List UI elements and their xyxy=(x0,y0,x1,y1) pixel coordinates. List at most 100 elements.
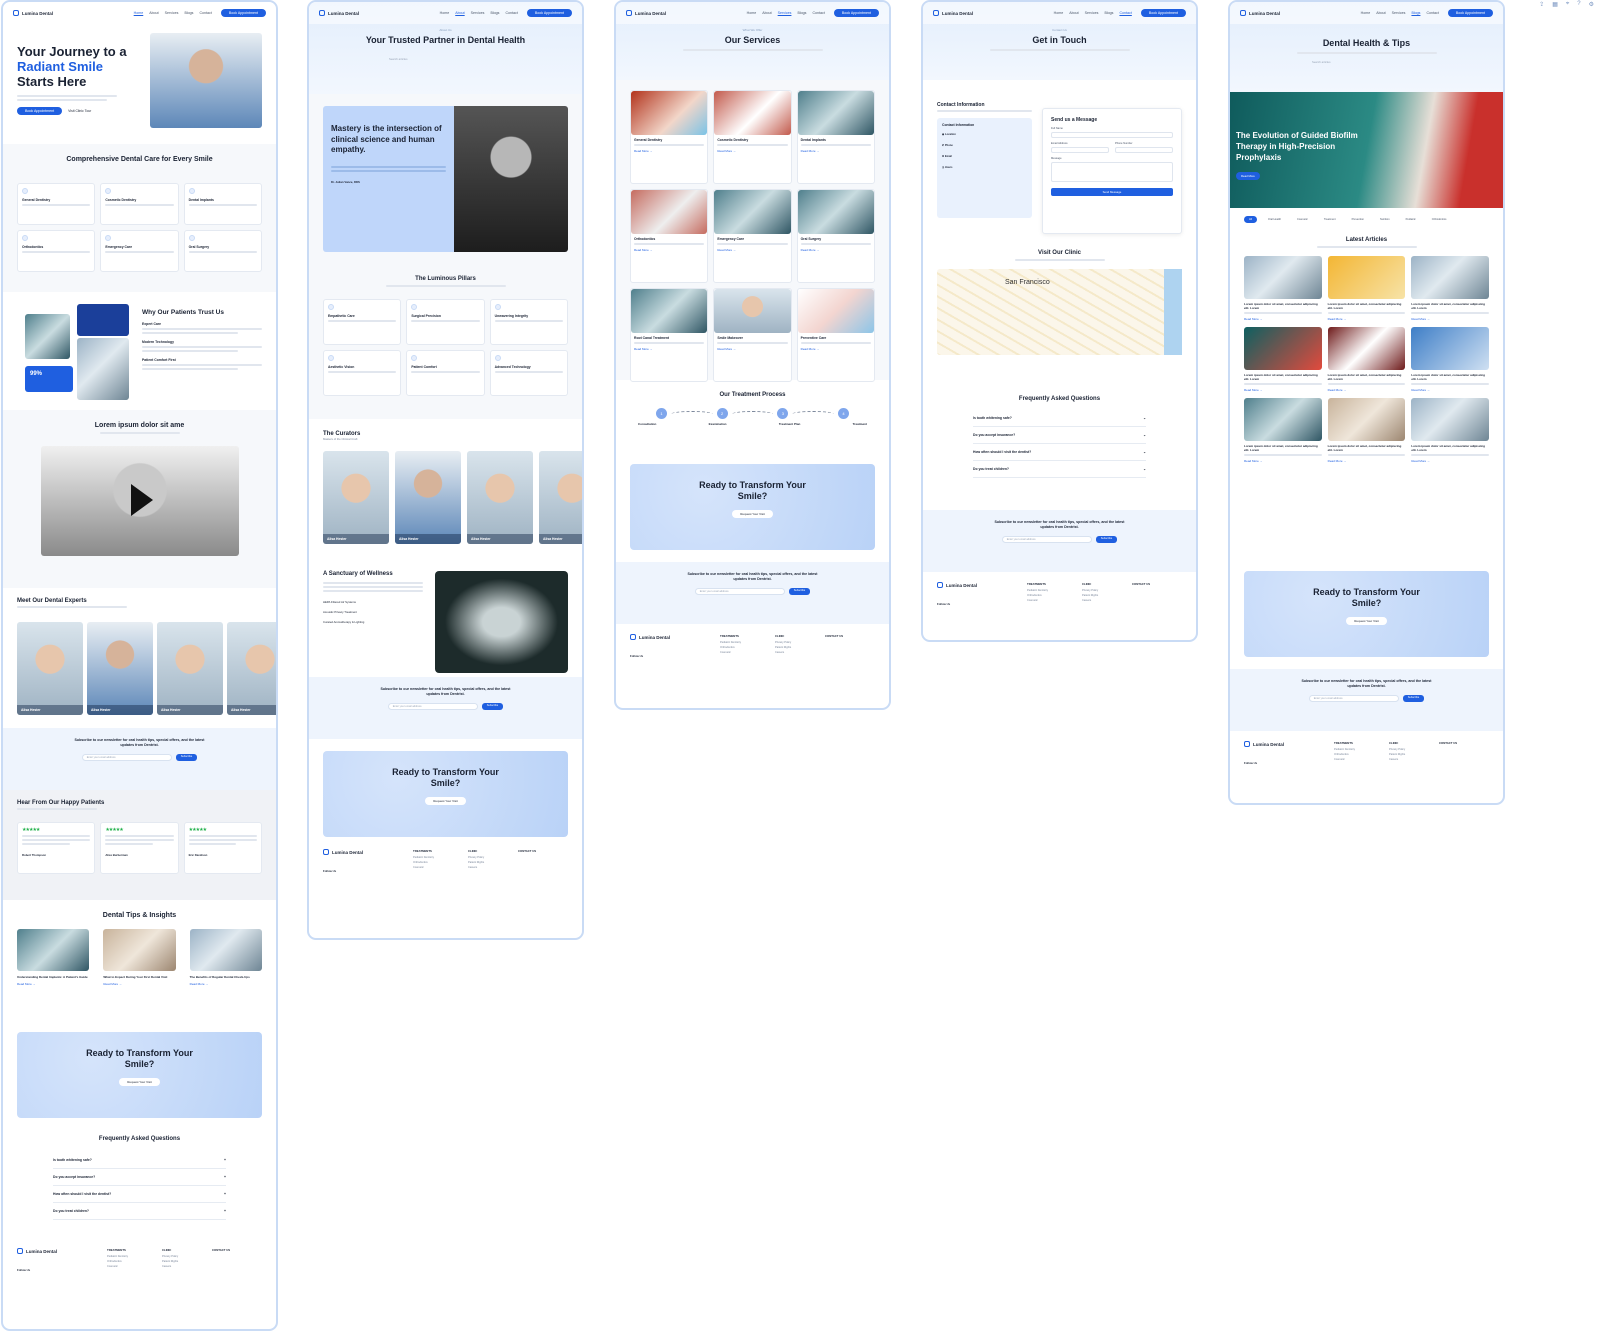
service-card[interactable]: Cosmetic Dentistry xyxy=(100,183,179,225)
article-card[interactable]: Lorem ipsum dolor sit amet, consectetur … xyxy=(1327,327,1406,392)
subscribe-button[interactable]: Subscribe xyxy=(1095,536,1118,543)
subscribe-button[interactable]: Subscribe xyxy=(175,754,198,761)
faq-item[interactable]: Is tooth whitening safe? ⌄ xyxy=(973,410,1146,427)
faq-item[interactable]: Do you accept insurance? + xyxy=(53,1169,226,1186)
hero-book-button[interactable]: Book Appointment xyxy=(17,107,63,115)
article-card[interactable]: Lorem ipsum dolor sit amet, consectetur … xyxy=(1411,398,1489,463)
subscribe-button[interactable]: Subscribe xyxy=(481,703,504,710)
nav-links-0[interactable]: Home xyxy=(747,11,757,15)
search-input[interactable]: Search articles xyxy=(389,57,582,61)
nav-links-0[interactable]: Home xyxy=(1054,11,1064,15)
curator-card[interactable]: Alisa Hester xyxy=(323,451,389,544)
settings-icon[interactable]: ⚙ xyxy=(1589,1,1594,8)
service-card[interactable]: Root Canal Treatment Read More → xyxy=(630,288,709,382)
nav-links-3[interactable]: Blogs xyxy=(1411,11,1420,15)
tip-card[interactable]: The Benefits of Regular Dental Check-Ups… xyxy=(189,929,262,986)
book-appointment-button[interactable]: Book Appointment xyxy=(1140,9,1186,17)
help-icon[interactable]: ? xyxy=(1577,1,1580,8)
phone-input[interactable] xyxy=(1115,147,1173,153)
nav-about[interactable]: About xyxy=(149,11,158,15)
newsletter-email-input[interactable]: Enter your email address xyxy=(1308,695,1399,702)
book-appointment-button[interactable]: Book Appointment xyxy=(526,9,572,17)
faq-item[interactable]: How often should I visit the dentist? + xyxy=(53,1186,226,1203)
send-message-button[interactable]: Send Message xyxy=(1051,188,1173,196)
share-icon[interactable]: ⇪ xyxy=(1539,1,1544,8)
book-appointment-button[interactable]: Book Appointment xyxy=(833,9,879,17)
newsletter-email-input[interactable]: Enter your email address xyxy=(81,754,172,761)
logo[interactable]: Lumina Dental xyxy=(13,10,53,16)
nav-links-4[interactable]: Contact xyxy=(812,11,824,15)
service-card[interactable]: Cosmetic Dentistry Read More → xyxy=(713,90,792,184)
message-textarea[interactable] xyxy=(1051,162,1173,182)
newsletter-email-input[interactable]: Enter your email address xyxy=(694,588,785,595)
nav-links-2[interactable]: Services xyxy=(1085,11,1099,15)
blog-chips-3[interactable]: Treatment xyxy=(1319,216,1341,223)
expert-card[interactable]: Alisa Hester xyxy=(87,622,153,715)
nav-links-1[interactable]: About xyxy=(762,11,771,15)
featured-post[interactable]: The Evolution of Guided Biofilm Therapy … xyxy=(1230,92,1503,208)
nav-home[interactable]: Home xyxy=(134,11,144,15)
blog-chips-0[interactable]: All xyxy=(1244,216,1257,223)
nav-links-4[interactable]: Contact xyxy=(505,11,517,15)
article-card[interactable]: Lorem ipsum dolor sit amet, consectetur … xyxy=(1244,256,1322,321)
curator-card[interactable]: Alisa Hester xyxy=(395,451,461,544)
blog-chips-1[interactable]: Oral Health xyxy=(1263,216,1286,223)
blog-chips-5[interactable]: Nutrition xyxy=(1375,216,1395,223)
service-card[interactable]: Orthodontics xyxy=(17,230,96,272)
nav-links-2[interactable]: Services xyxy=(1392,11,1406,15)
hero-tour-link[interactable]: Visit Clinic Tour xyxy=(68,107,91,115)
service-card[interactable]: Oral Surgery Read More → xyxy=(796,189,875,283)
pin-icon[interactable]: ⌖ xyxy=(1566,1,1569,8)
nav-links-4[interactable]: Contact xyxy=(1426,11,1438,15)
faq-item[interactable]: Do you treat children? + xyxy=(53,1203,226,1220)
article-card[interactable]: Lorem ipsum dolor sit amet, consectetur … xyxy=(1244,327,1322,392)
article-card[interactable]: Lorem ipsum dolor sit amet, consectetur … xyxy=(1244,398,1322,463)
expert-card[interactable]: Alisa Hester xyxy=(17,622,83,715)
footer-cols-0-items-1[interactable]: Orthodontics xyxy=(107,1260,162,1263)
blog-chips-4[interactable]: Prevention xyxy=(1347,216,1369,223)
book-appointment-button[interactable]: Book Appointment xyxy=(220,9,266,17)
email-input[interactable] xyxy=(1051,147,1109,153)
nav-blogs[interactable]: Blogs xyxy=(184,11,193,15)
nav-services[interactable]: Services xyxy=(165,11,179,15)
service-card[interactable]: Smile Makeover Read More → xyxy=(713,288,792,382)
footer-cols-1-items-2[interactable]: Careers xyxy=(162,1265,212,1268)
footer-cols-1-items-1[interactable]: Patient Rights xyxy=(162,1260,212,1263)
nav-links-4[interactable]: Contact xyxy=(1119,11,1131,15)
subscribe-button[interactable]: Subscribe xyxy=(1402,695,1425,702)
tip-card[interactable]: What to Expect During Your First Dental … xyxy=(103,929,176,986)
tip-card[interactable]: Understanding Dental Implants: A Patient… xyxy=(17,929,90,986)
article-card[interactable]: Lorem ipsum dolor sit amet, consectetur … xyxy=(1411,327,1489,392)
clinic-map[interactable]: San Francisco xyxy=(937,269,1182,355)
newsletter-email-input[interactable]: Enter your email address xyxy=(387,703,478,710)
subscribe-button[interactable]: Subscribe xyxy=(788,588,811,595)
curator-card[interactable]: Alisa Hester xyxy=(539,451,582,544)
faq-item[interactable]: How often should I visit the dentist? ⌄ xyxy=(973,444,1146,461)
blog-chips-7[interactable]: Orthodontics xyxy=(1427,216,1452,223)
request-visit-button[interactable]: Request Your Visit xyxy=(732,510,773,518)
nav-links-3[interactable]: Blogs xyxy=(797,11,806,15)
request-visit-button[interactable]: Request Your Visit xyxy=(119,1078,160,1086)
faq-item[interactable]: Is tooth whitening safe? + xyxy=(53,1152,226,1169)
featured-read-more[interactable]: Read More xyxy=(1236,172,1260,180)
nav-links-1[interactable]: About xyxy=(1069,11,1078,15)
footer-cols-1-items-0[interactable]: Privacy Policy xyxy=(162,1255,212,1258)
service-card[interactable]: Dental Implants xyxy=(183,183,262,225)
article-card[interactable]: Lorem ipsum dolor sit amet, consectetur … xyxy=(1327,398,1406,463)
service-card[interactable]: Orthodontics Read More → xyxy=(630,189,709,283)
service-card[interactable]: Emergency Care Read More → xyxy=(713,189,792,283)
nav-links-1[interactable]: About xyxy=(455,11,464,15)
service-card[interactable]: General Dentistry xyxy=(17,183,96,225)
request-visit-button[interactable]: Request Your Visit xyxy=(1346,617,1387,625)
faq-item[interactable]: Do you accept insurance? ⌄ xyxy=(973,427,1146,444)
experts-carousel[interactable]: Alisa Hester Alisa Hester Alisa Hester A… xyxy=(17,622,276,715)
nav-links-3[interactable]: Blogs xyxy=(1104,11,1113,15)
expert-card[interactable]: Alisa Hester xyxy=(227,622,276,715)
blog-chips-6[interactable]: Pediatric xyxy=(1401,216,1421,223)
service-card[interactable]: Preventive Care Read More → xyxy=(796,288,875,382)
nav-links-0[interactable]: Home xyxy=(440,11,450,15)
newsletter-email-input[interactable]: Enter your email address xyxy=(1001,536,1092,543)
curator-card[interactable]: Alisa Hester xyxy=(467,451,533,544)
faq-item[interactable]: Do you treat children? ⌄ xyxy=(973,461,1146,478)
search-input[interactable]: Search articles xyxy=(1312,60,1503,64)
